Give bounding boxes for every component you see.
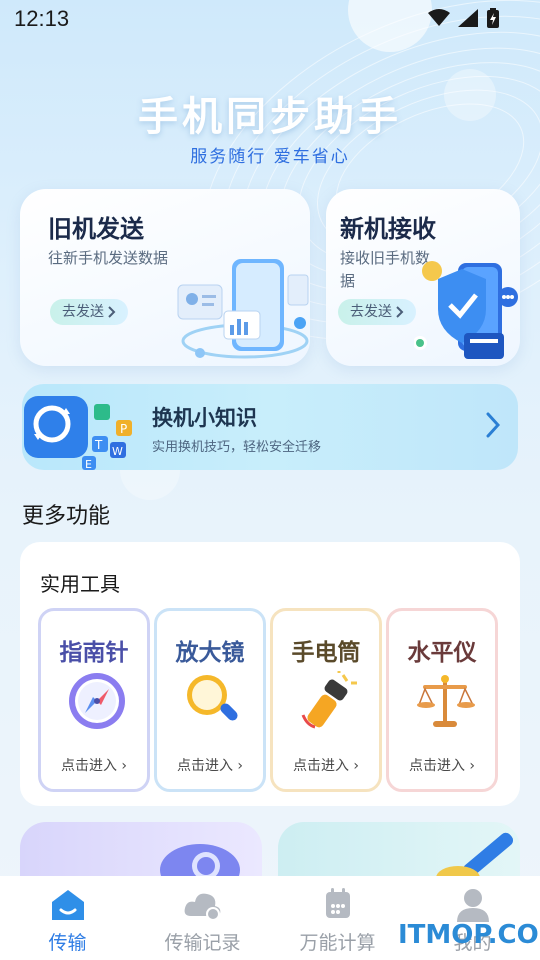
status-bar: 12:13 (0, 0, 540, 38)
old-phone-title: 旧机发送 (48, 215, 144, 243)
banner-subtitle: 实用换机技巧，轻松安全迁移 (152, 440, 322, 455)
svg-text:E: E (85, 458, 92, 470)
compass-icon (69, 673, 125, 729)
scale-icon (417, 675, 475, 727)
status-icons (428, 8, 500, 28)
tool-name: 指南针 (59, 640, 129, 666)
phone-send-illustration (177, 259, 309, 359)
tools-panel: 实用工具 指南针 点击进入 › 放大镜 点击进入 › 手电筒 点击进入 › 水平… (20, 542, 520, 806)
tool-magnifier[interactable]: 放大镜 点击进入 › (154, 608, 266, 792)
new-phone-receive-card[interactable]: 新机接收 接收旧手机数据 去发送 (326, 189, 520, 366)
calendar-icon (326, 888, 350, 918)
new-phone-receive-button[interactable]: 去发送 (338, 299, 416, 325)
old-phone-send-button[interactable]: 去发送 (50, 299, 128, 325)
magnifier-icon (187, 675, 238, 721)
more-features-heading: 更多功能 (22, 504, 111, 529)
tab-label: 万能计算 (299, 932, 376, 954)
switch-tips-banner[interactable]: P T W E 换机小知识 实用换机技巧，轻松安全迁移 (22, 384, 518, 470)
tools-heading: 实用工具 (40, 572, 120, 596)
tab-label: 传输 (48, 932, 87, 954)
transfer-apps-illustration: P T W E (24, 396, 132, 470)
tool-enter-link: 点击进入 › (292, 758, 360, 774)
old-phone-send-label: 去发送 (62, 304, 104, 320)
chevron-right-icon (486, 412, 500, 438)
app-title: 手机同步助手 (138, 94, 402, 140)
status-time: 12:13 (14, 6, 70, 31)
user-icon (457, 889, 489, 922)
signal-icon (458, 9, 478, 27)
site-watermark: ITMOP.COM (398, 920, 540, 950)
battery-icon (487, 8, 499, 28)
new-phone-receive-label: 去发送 (350, 304, 392, 320)
chevron-right-icon (108, 306, 116, 318)
home-icon (52, 890, 84, 920)
tab-transfer[interactable]: 传输 (0, 876, 135, 960)
tool-enter-link: 点击进入 › (60, 758, 128, 774)
old-phone-desc: 往新手机发送数据 (48, 249, 169, 267)
flashlight-icon (301, 671, 357, 729)
tool-flashlight[interactable]: 手电筒 点击进入 › (270, 608, 382, 792)
new-phone-title: 新机接收 (340, 215, 436, 243)
tab-transfer-records[interactable]: 传输记录 (135, 876, 270, 960)
tool-enter-link: 点击进入 › (408, 758, 476, 774)
phone-shield-illustration (414, 261, 518, 359)
tool-enter-link: 点击进入 › (176, 758, 244, 774)
wifi-icon (428, 9, 450, 26)
tool-name: 手电筒 (291, 640, 361, 666)
cloud-icon (184, 893, 221, 921)
chevron-right-icon (396, 306, 404, 318)
tool-level[interactable]: 水平仪 点击进入 › (386, 608, 498, 792)
tool-name: 水平仪 (407, 640, 477, 666)
svg-text:W: W (112, 445, 123, 458)
old-phone-send-card[interactable]: 旧机发送 往新手机发送数据 去发送 (20, 189, 310, 366)
svg-text:T: T (94, 438, 103, 452)
banner-title: 换机小知识 (152, 406, 257, 430)
tab-calculator[interactable]: 万能计算 (270, 876, 405, 960)
tool-name: 放大镜 (175, 640, 245, 666)
svg-text:P: P (120, 422, 127, 436)
tab-label: 传输记录 (164, 932, 241, 954)
tool-compass[interactable]: 指南针 点击进入 › (38, 608, 150, 792)
app-slogan: 服务随行 爱车省心 (190, 147, 350, 167)
